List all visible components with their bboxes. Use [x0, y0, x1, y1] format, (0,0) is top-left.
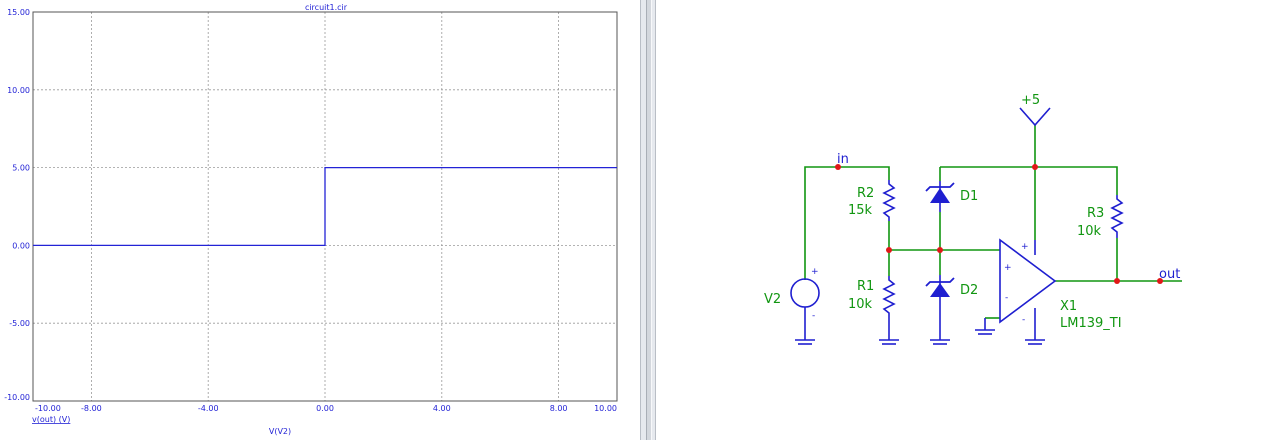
v2-ref-label: V2: [764, 292, 781, 307]
plot-background: [0, 0, 640, 440]
waveform-plot[interactable]: -10.00 -8.00 -4.00 0.00 4.00 8.00 10.00 -10.00 -…: [0, 0, 640, 440]
junction-dot: [937, 247, 943, 253]
v2-minus-sign: -: [812, 311, 815, 321]
pane-splitter[interactable]: [640, 0, 656, 440]
schematic-pane[interactable]: + - + - + - +5 R2 15k R1 10k R3 10k D1 D…: [656, 0, 1280, 440]
x1-noninverting-sign: +: [1004, 263, 1012, 273]
r3-value-label: 10k: [1077, 224, 1102, 239]
net-in-label[interactable]: in: [837, 152, 849, 167]
zener-d2[interactable]: [925, 275, 955, 340]
ground-icon: [930, 339, 950, 345]
zener-d1[interactable]: [925, 181, 955, 212]
v2-plus-sign: +: [811, 267, 819, 277]
y-tick-label: -5.00: [9, 319, 30, 328]
junction-dots: [835, 164, 1163, 284]
x-tick-label: 0.00: [316, 404, 334, 413]
supply-arrow-icon: [1019, 107, 1051, 127]
schematic-canvas[interactable]: + - + - + - +5 R2 15k R1 10k R3 10k D1 D…: [656, 0, 1280, 440]
ground-symbols: [795, 329, 1045, 345]
d2-ref-label: D2: [960, 283, 978, 298]
y-tick-label: 5.00: [12, 164, 30, 173]
y-tick-label: 0.00: [12, 241, 30, 250]
r2-value-label: 15k: [848, 203, 873, 218]
comparator-triangle-icon: [999, 238, 1057, 324]
resistor-r3[interactable]: [1110, 195, 1124, 238]
comparator-x1[interactable]: [984, 238, 1057, 340]
x-tick-label: -8.00: [81, 404, 102, 413]
resistor-r1[interactable]: [882, 276, 896, 340]
r1-value-label: 10k: [848, 297, 873, 312]
splitter-grip[interactable]: [646, 0, 652, 440]
y-tick-label: -10.00: [4, 393, 30, 402]
wire-in-net: [804, 166, 890, 280]
waveform-plot-pane[interactable]: -10.00 -8.00 -4.00 0.00 4.00 8.00 10.00 -10.00 -…: [0, 0, 640, 440]
r2-ref-label: R2: [857, 186, 874, 201]
junction-dot: [1032, 164, 1038, 170]
wire-divider-node: [888, 221, 1000, 251]
y-tick-label: 15.00: [7, 8, 30, 17]
x1-vplus-sign: +: [1021, 242, 1029, 252]
trace-legend-label[interactable]: v(out) (V): [32, 415, 70, 424]
r1-ref-label: R1: [857, 279, 874, 294]
supply-symbol[interactable]: [1019, 107, 1051, 127]
x1-ref-label: X1: [1060, 299, 1077, 314]
ground-icon: [975, 329, 995, 335]
r3-ref-label: R3: [1087, 206, 1104, 221]
diode-d2-triangle: [930, 283, 950, 297]
supply-label: +5: [1021, 93, 1040, 108]
x-axis-label: V(V2): [269, 427, 291, 436]
net-out-label[interactable]: out: [1159, 267, 1180, 282]
x1-vminus-sign: -: [1022, 315, 1025, 325]
ground-icon: [795, 339, 815, 345]
x-tick-label: 10.00: [594, 404, 617, 413]
x-tick-label: 8.00: [550, 404, 568, 413]
d1-ref-label: D1: [960, 189, 978, 204]
junction-dot: [886, 247, 892, 253]
voltage-source-v2[interactable]: [790, 278, 820, 340]
x1-inverting-sign: -: [1005, 293, 1008, 303]
ground-icon: [879, 339, 899, 345]
x-tick-label: 4.00: [433, 404, 451, 413]
resistor-r2[interactable]: [882, 180, 896, 221]
plot-title: circuit1.cir: [305, 3, 348, 12]
junction-dot: [1114, 278, 1120, 284]
x-tick-label: -10.00: [35, 404, 61, 413]
x-tick-label: -4.00: [198, 404, 219, 413]
diode-d1-triangle: [930, 188, 950, 203]
x1-value-label: LM139_TI: [1060, 316, 1122, 331]
y-tick-label: 10.00: [7, 86, 30, 95]
ground-icon: [1025, 339, 1045, 345]
